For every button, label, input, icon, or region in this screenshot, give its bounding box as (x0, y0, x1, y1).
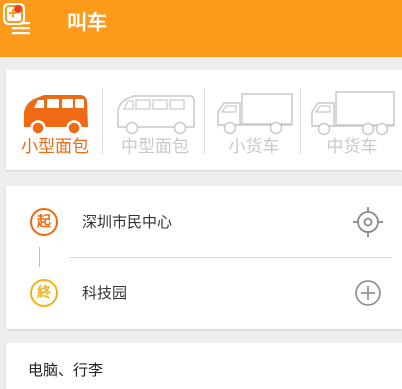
end-badge: 終 (30, 279, 58, 307)
cargo-note-card (6, 343, 402, 389)
vehicle-option-medium-truck[interactable]: 中货车 (306, 70, 398, 170)
vehicle-label: 中货车 (326, 137, 378, 157)
vehicle-option-small-truck[interactable]: 小货车 (210, 70, 298, 170)
menu-with-notification-icon (3, 3, 30, 35)
small-van-icon (24, 95, 88, 136)
call-car-screen: 叫车 小型面包 中型面包 小货车 中货车 起 深圳市民中心 終 科技园 电脑、行… (0, 0, 402, 389)
vehicle-divider (204, 88, 205, 154)
route-connector-line (39, 247, 40, 267)
menu-button[interactable] (0, 0, 46, 57)
app-header: 叫车 (0, 0, 402, 57)
end-location-row[interactable]: 終 科技园 (6, 263, 402, 323)
start-location-row[interactable]: 起 深圳市民中心 (6, 192, 402, 252)
small-truck-icon (217, 93, 293, 135)
vehicle-label: 中型面包 (121, 137, 189, 157)
start-badge: 起 (30, 208, 58, 236)
locate-icon[interactable] (351, 205, 385, 239)
page-title: 叫车 (67, 10, 107, 34)
vehicle-option-medium-van[interactable]: 中型面包 (110, 70, 200, 170)
address-divider (69, 257, 392, 258)
end-address: 科技园 (82, 284, 128, 302)
add-stop-icon[interactable] (351, 276, 385, 310)
route-card: 起 深圳市民中心 終 科技园 (6, 186, 402, 329)
medium-van-icon (117, 95, 195, 135)
start-address: 深圳市民中心 (82, 213, 173, 231)
vehicle-option-small-van[interactable]: 小型面包 (14, 70, 96, 170)
vehicle-label: 小型面包 (21, 137, 89, 157)
vehicle-label: 小货车 (228, 137, 280, 157)
vehicle-divider (102, 88, 103, 154)
vehicle-divider (300, 88, 301, 154)
vehicle-type-selector: 小型面包 中型面包 小货车 中货车 (6, 70, 402, 170)
medium-truck-icon (311, 91, 395, 136)
cargo-note-input[interactable] (28, 357, 368, 381)
